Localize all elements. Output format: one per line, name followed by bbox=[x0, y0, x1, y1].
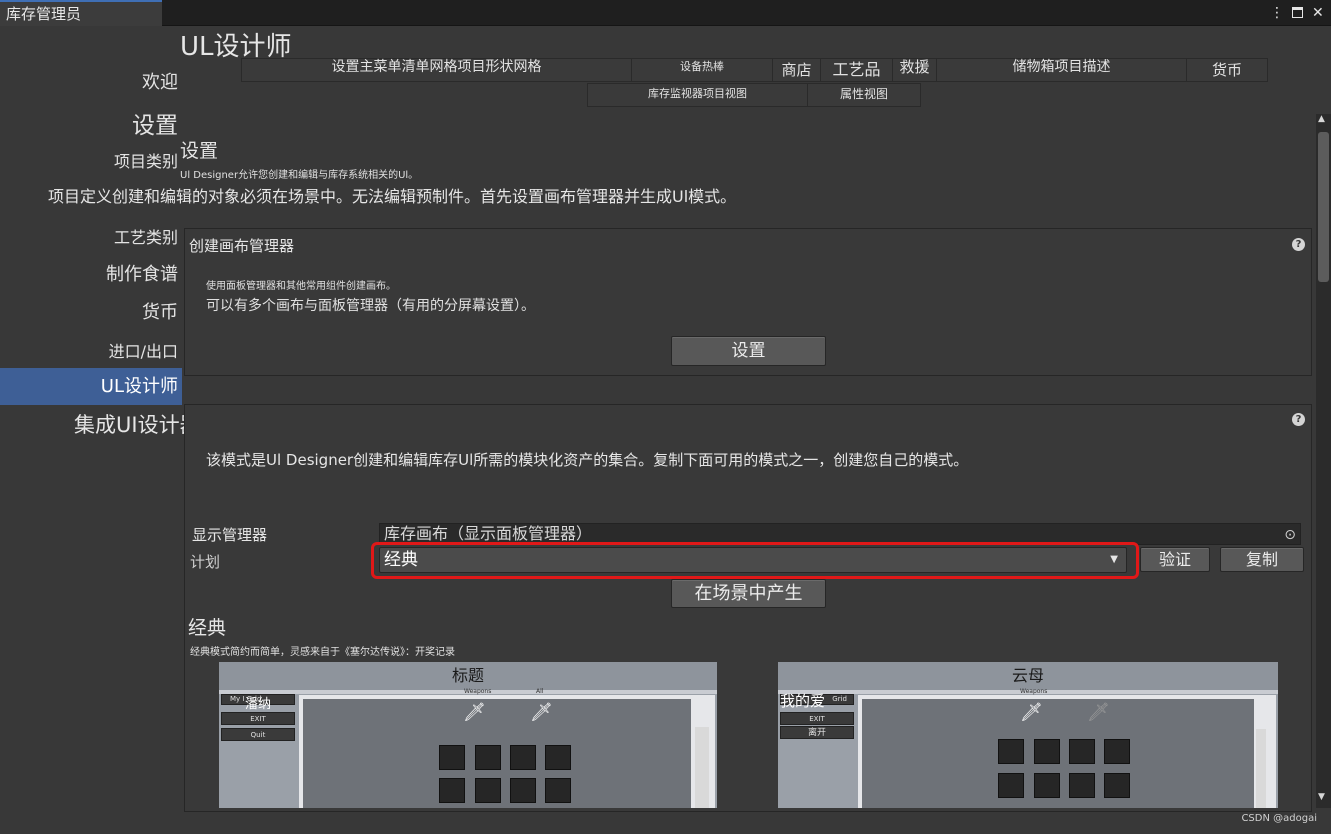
sidebar-item-welcome[interactable]: 欢迎 bbox=[0, 68, 182, 94]
display-manager-value: 库存画布（显示面板管理器） bbox=[384, 524, 593, 543]
window-titlebar: 库存管理员 ⋮ ✕ bbox=[0, 0, 1331, 26]
help-icon[interactable]: ? bbox=[1292, 413, 1305, 426]
settings-heading: 设置 bbox=[180, 140, 219, 162]
schema-preview-classic[interactable]: 标题 My I Grid 潘纳 EXIT Quit Weapons All 🗡 … bbox=[219, 662, 717, 808]
plan-label: 计划 bbox=[190, 553, 221, 571]
tab-equipment-hotbar[interactable]: 设备热棒 bbox=[632, 59, 773, 81]
preview-scrollbar bbox=[1256, 729, 1266, 808]
settings-description: Ul Designer允许您创建和编辑与库存系统相关的Ul。 bbox=[180, 170, 419, 181]
preview-scrollbar bbox=[695, 727, 709, 808]
maximize-icon[interactable] bbox=[1292, 4, 1303, 18]
preview-title: 标题 bbox=[219, 662, 717, 690]
sidebar-item-import-export[interactable]: 进口/出口 bbox=[0, 338, 182, 362]
preview-title: 云母 bbox=[778, 662, 1278, 690]
setup-canvas-button[interactable]: 设置 bbox=[671, 336, 826, 366]
classic-heading: 经典 bbox=[188, 617, 227, 639]
sidebar-item-craft-categories[interactable]: 工艺类别 bbox=[0, 224, 182, 248]
sidebar-item-item-categories[interactable]: 项目类别 bbox=[0, 148, 182, 172]
object-picker-icon[interactable]: ⊙ bbox=[1284, 525, 1296, 545]
preview-menu-item: 离开 bbox=[780, 726, 854, 739]
preview-menu-item: EXIT bbox=[780, 712, 854, 725]
tab-attribute-view[interactable]: 属性视图 bbox=[808, 84, 920, 106]
canvas-section-line2: 可以有多个画布与面板管理器（有用的分屏幕设置）。 bbox=[206, 298, 535, 314]
tab-currency[interactable]: 货币 bbox=[1187, 59, 1267, 81]
tab-storage-item-description[interactable]: 储物箱项目描述 bbox=[937, 59, 1187, 81]
preview-inner: 🗡 🗡 bbox=[862, 699, 1266, 808]
scroll-thumb[interactable] bbox=[1318, 132, 1329, 282]
preview-inner: 🗡 🗡 bbox=[303, 699, 709, 808]
preview-label: Weapons bbox=[1020, 688, 1048, 695]
spawn-in-scene-button[interactable]: 在场景中产生 bbox=[671, 579, 826, 608]
sword-icon: 🗡 bbox=[463, 702, 486, 723]
main-scrollbar[interactable]: ▲ ▼ bbox=[1316, 114, 1331, 808]
tab-setup-menu-inventory-grid[interactable]: 设置主菜单清单网格项目形状网格 bbox=[242, 59, 632, 81]
preview-label: All bbox=[536, 688, 544, 695]
tab-rescue[interactable]: 救援 bbox=[893, 59, 937, 81]
sidebar-item-ui-designer[interactable]: UL设计师 bbox=[0, 368, 182, 405]
canvas-section-title: 创建画布管理器 bbox=[189, 237, 295, 255]
tab-row-primary: 设置主菜单清单网格项目形状网格 设备热棒 商店 工艺品 救援 储物箱项目描述 货… bbox=[241, 58, 1268, 82]
sidebar-item-currency[interactable]: 货币 bbox=[0, 298, 182, 324]
sword-icon: 🗡 bbox=[1087, 702, 1110, 723]
preview-menu-item: EXIT bbox=[221, 712, 295, 725]
scroll-up-icon[interactable]: ▲ bbox=[1318, 114, 1325, 124]
canvas-section-line1: 使用面板管理器和其他常用组件创建画布。 bbox=[206, 281, 396, 292]
preview-menu-item: 潘纳 bbox=[244, 697, 271, 712]
schema-preview-mica[interactable]: 云母 Grid 我的爱 EXIT 离开 Weapons 🗡 🗡 bbox=[778, 662, 1278, 808]
tab-shop[interactable]: 商店 bbox=[773, 59, 821, 81]
preview-label: Weapons bbox=[464, 688, 492, 695]
preview-grid-area: Weapons All 🗡 🗡 bbox=[299, 688, 715, 808]
sword-icon: 🗡 bbox=[1020, 702, 1043, 723]
tab-row-secondary: 库存监视器项目视图 属性视图 bbox=[587, 83, 921, 107]
ui-schema-section: ? 该模式是Ul Designer创建和编辑库存Ul所需的模块化资产的集合。复制… bbox=[184, 404, 1312, 812]
watermark: CSDN @adogai bbox=[1241, 813, 1317, 824]
classic-description: 经典模式简约而简单，灵感来自于《塞尔达传说》：开奖记录 bbox=[190, 647, 455, 658]
main-content: UL设计师 设置主菜单清单网格项目形状网格 设备热棒 商店 工艺品 救援 储物箱… bbox=[180, 26, 1316, 812]
preview-grid-area: Weapons 🗡 🗡 bbox=[858, 688, 1276, 808]
close-icon[interactable]: ✕ bbox=[1312, 4, 1324, 22]
sword-icon: 🗡 bbox=[530, 702, 553, 723]
scroll-down-icon[interactable]: ▼ bbox=[1318, 792, 1325, 802]
canvas-manager-section: 创建画布管理器 ? 使用面板管理器和其他常用组件创建画布。 可以有多个画布与面板… bbox=[184, 228, 1312, 376]
tab-inventory-monitor-item-view[interactable]: 库存监视器项目视图 bbox=[588, 84, 808, 106]
copy-button[interactable]: 复制 bbox=[1220, 547, 1304, 572]
help-icon[interactable]: ? bbox=[1292, 238, 1305, 251]
preview-menu-item: Quit bbox=[221, 728, 295, 741]
sidebar-item-recipes[interactable]: 制作食谱 bbox=[0, 260, 182, 286]
tab-crafting[interactable]: 工艺品 bbox=[821, 59, 893, 81]
sidebar-item-settings[interactable]: 设置 bbox=[0, 106, 182, 140]
preview-menu-item: 我的爱 bbox=[780, 692, 826, 710]
kebab-menu-icon[interactable]: ⋮ bbox=[1270, 4, 1284, 22]
schema-description: 该模式是Ul Designer创建和编辑库存Ul所需的模块化资产的集合。复制下面… bbox=[206, 451, 969, 469]
display-manager-label: 显示管理器 bbox=[192, 526, 268, 544]
window-tab[interactable]: 库存管理员 bbox=[0, 0, 162, 26]
red-highlight-box bbox=[371, 542, 1139, 579]
validate-button[interactable]: 验证 bbox=[1140, 547, 1210, 572]
